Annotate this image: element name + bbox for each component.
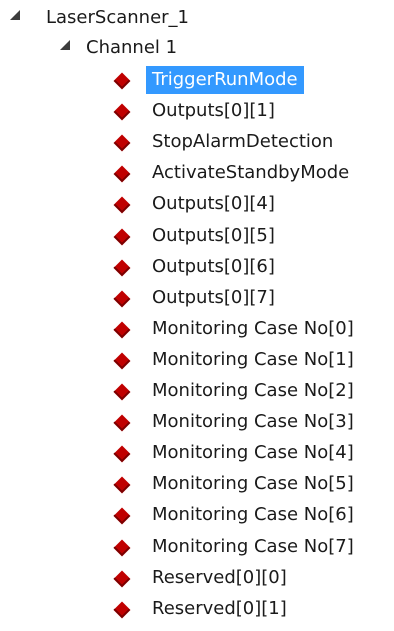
tree-leaf-item[interactable]: Monitoring Case No[4]	[0, 439, 394, 467]
tree-leaf-label: Monitoring Case No[0]	[152, 318, 354, 339]
red-diamond-icon	[113, 414, 131, 432]
tree-leaf-item[interactable]: Monitoring Case No[5]	[0, 470, 394, 498]
tree-leaf-label: Outputs[0][6]	[152, 256, 275, 277]
red-diamond-icon	[113, 352, 131, 370]
red-diamond-icon	[113, 321, 131, 339]
tree-leaf-item[interactable]: Monitoring Case No[7]	[0, 533, 394, 561]
tree-leaf-item[interactable]: Outputs[0][7]	[0, 284, 394, 312]
tree-leaf-item[interactable]: TriggerRunMode	[0, 66, 394, 94]
tree-leaf-label: ActivateStandbyMode	[152, 162, 350, 183]
tree-leaf-label: StopAlarmDetection	[152, 131, 334, 152]
red-diamond-icon	[113, 72, 131, 90]
tree-leaf-label: TriggerRunMode	[146, 66, 304, 94]
red-diamond-icon	[113, 601, 131, 619]
tree-leaf-label: Outputs[0][5]	[152, 225, 275, 246]
expanded-triangle-icon[interactable]	[60, 40, 70, 50]
tree-leaf-item[interactable]: Monitoring Case No[1]	[0, 346, 394, 374]
tree-leaf-item[interactable]: ActivateStandbyMode	[0, 159, 394, 187]
red-diamond-icon	[113, 103, 131, 121]
tree-node-channel[interactable]: Channel 1	[0, 0, 394, 58]
tree-leaf-label: Outputs[0][7]	[152, 287, 275, 308]
red-diamond-icon	[113, 134, 131, 152]
tree-leaf-item[interactable]: Monitoring Case No[6]	[0, 501, 394, 529]
tree-leaf-item[interactable]: Monitoring Case No[3]	[0, 408, 394, 436]
tree-leaf-item[interactable]: Reserved[0][0]	[0, 564, 394, 592]
tree-leaf-label: Reserved[0][0]	[152, 567, 287, 588]
red-diamond-icon	[113, 259, 131, 277]
red-diamond-icon	[113, 383, 131, 401]
tree-leaf-label: Outputs[0][1]	[152, 100, 275, 121]
red-diamond-icon	[113, 507, 131, 525]
tree-leaf-item[interactable]: Monitoring Case No[0]	[0, 315, 394, 343]
tree-leaf-item[interactable]: Outputs[0][6]	[0, 253, 394, 281]
tree-leaf-item[interactable]: Reserved[0][1]	[0, 595, 394, 623]
tree-leaf-item[interactable]: Outputs[0][1]	[0, 97, 394, 125]
tree-leaf-item[interactable]: Monitoring Case No[2]	[0, 377, 394, 405]
tree-leaf-label: Monitoring Case No[1]	[152, 349, 354, 370]
tree-leaf-label: Monitoring Case No[3]	[152, 411, 354, 432]
tree-view: LaserScanner_1 Channel 1 TriggerRunMode O…	[0, 0, 394, 631]
tree-leaf-label: Monitoring Case No[5]	[152, 473, 354, 494]
tree-leaf-item[interactable]: Outputs[0][5]	[0, 222, 394, 250]
tree-leaf-label: Monitoring Case No[4]	[152, 442, 354, 463]
red-diamond-icon	[113, 445, 131, 463]
tree-leaf-item[interactable]: StopAlarmDetection	[0, 128, 394, 156]
tree-leaf-item[interactable]: Outputs[0][4]	[0, 190, 394, 218]
red-diamond-icon	[113, 476, 131, 494]
tree-leaf-label: Outputs[0][4]	[152, 193, 275, 214]
tree-leaf-label: Monitoring Case No[7]	[152, 536, 354, 557]
red-diamond-icon	[113, 570, 131, 588]
tree-leaf-label: Monitoring Case No[2]	[152, 380, 354, 401]
red-diamond-icon	[113, 539, 131, 557]
red-diamond-icon	[113, 165, 131, 183]
tree-leaf-label: Reserved[0][1]	[152, 598, 287, 619]
tree-node-label: Channel 1	[86, 37, 178, 58]
red-diamond-icon	[113, 228, 131, 246]
red-diamond-icon	[113, 290, 131, 308]
tree-leaf-label: Monitoring Case No[6]	[152, 504, 354, 525]
red-diamond-icon	[113, 196, 131, 214]
